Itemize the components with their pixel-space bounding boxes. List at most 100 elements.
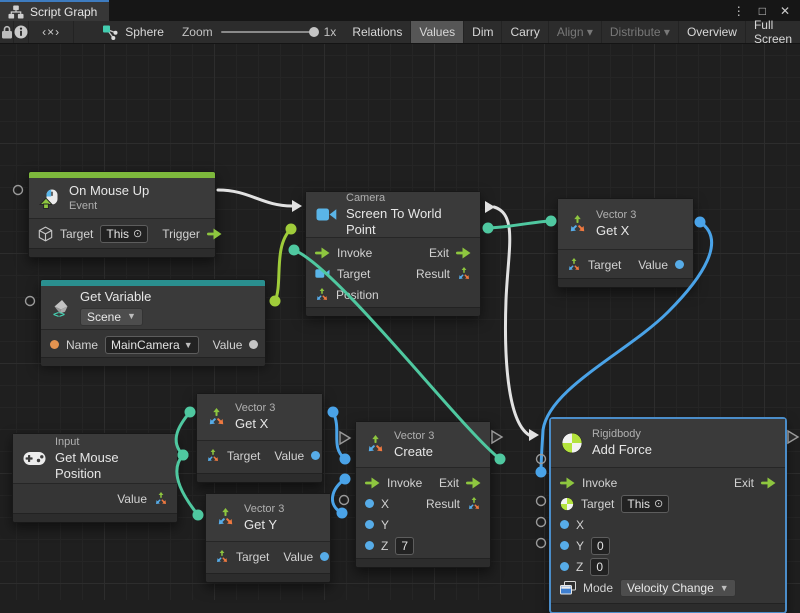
zoom-slider[interactable]	[221, 31, 316, 33]
code-view-button[interactable]: ‹×›	[29, 21, 74, 43]
port-dot[interactable]	[365, 541, 374, 550]
port-label: X	[381, 497, 389, 511]
node-vector3-create[interactable]: Vector 3CreateInvokeExitXResultYZ7	[355, 421, 491, 568]
kebab-menu-icon[interactable]: ⋮	[733, 4, 745, 18]
port-row: TargetValue	[206, 546, 330, 567]
arrow-green-icon[interactable]	[466, 477, 481, 489]
carry-button[interactable]: Carry	[502, 21, 548, 43]
vector3-icon	[207, 408, 226, 427]
title-bar: Script Graph ⋮ □ ✕	[0, 0, 800, 21]
values-button[interactable]: Values	[411, 21, 464, 43]
object-picker-icon[interactable]: ⊙	[654, 497, 663, 510]
graph-reference[interactable]: Sphere	[92, 21, 174, 43]
align-button[interactable]: Align ▾	[549, 21, 602, 43]
node-footer	[41, 357, 265, 366]
node-get-variable[interactable]: <>Get VariableScene▼NameMainCamera▼Value	[40, 279, 266, 363]
value-field[interactable]: This⊙	[100, 225, 148, 243]
variable-icon: <>	[51, 298, 71, 318]
arrow-green-icon[interactable]	[560, 477, 575, 489]
value-field[interactable]: 0	[591, 537, 610, 555]
port-row: Value	[13, 488, 177, 509]
node-footer	[13, 513, 177, 522]
port-row: InvokeExit	[306, 242, 480, 263]
port-label: X	[576, 518, 584, 532]
vector3-small-icon	[154, 492, 168, 506]
dropdown-field[interactable]: Velocity Change▼	[620, 579, 736, 597]
port-dot[interactable]	[249, 340, 258, 349]
zoom-label: Zoom	[182, 25, 213, 39]
close-icon[interactable]: ✕	[780, 4, 790, 18]
port-dot[interactable]	[560, 541, 569, 550]
value-field[interactable]: 7	[395, 537, 414, 555]
port-label: Value	[274, 449, 304, 463]
port-dot[interactable]	[365, 499, 374, 508]
port-label: Exit	[734, 476, 754, 490]
port-row: XResult	[356, 493, 490, 514]
port-dot[interactable]	[365, 520, 374, 529]
node-subtitle: Rigidbody	[592, 428, 652, 441]
arrow-green-icon[interactable]	[365, 477, 380, 489]
port-row: Y0	[551, 535, 785, 556]
node-title: Get X	[235, 416, 275, 432]
node-add-force[interactable]: RigidbodyAdd ForceInvokeExitTargetThis⊙X…	[550, 418, 786, 613]
node-title: Screen To World Point	[346, 206, 468, 237]
dropdown-field[interactable]: MainCamera▼	[105, 336, 199, 354]
port-row: InvokeExit	[551, 472, 785, 493]
overview-button[interactable]: Overview	[679, 21, 746, 43]
node-screen-to-world-point[interactable]: CameraScreen To World PointInvokeExitTar…	[305, 191, 481, 315]
port-label: Z	[576, 560, 583, 574]
node-get-y[interactable]: Vector 3Get YTargetValue	[205, 493, 331, 583]
tab-label: Script Graph	[30, 5, 97, 19]
arrow-green-icon[interactable]	[761, 477, 776, 489]
node-get-mouse-position[interactable]: InputGet Mouse PositionValue	[12, 433, 178, 523]
lock-button[interactable]	[0, 21, 14, 43]
lock-icon	[1, 25, 13, 39]
maximize-icon[interactable]: □	[759, 4, 766, 18]
vector3-small-icon	[467, 497, 481, 511]
object-picker-icon[interactable]: ⊙	[133, 227, 142, 240]
full-screen-button[interactable]: Full Screen	[746, 21, 800, 43]
vector3-icon	[568, 215, 587, 234]
arrow-green-icon[interactable]	[315, 247, 330, 259]
distribute-button[interactable]: Distribute ▾	[602, 21, 679, 43]
port-label: Value	[117, 492, 147, 506]
svg-text:<>: <>	[53, 309, 65, 318]
value-field[interactable]: This⊙	[621, 495, 669, 513]
info-button[interactable]	[14, 21, 29, 43]
relations-button[interactable]: Relations	[344, 21, 411, 43]
port-dot[interactable]	[50, 340, 59, 349]
node-footer	[197, 473, 322, 482]
dim-button[interactable]: Dim	[464, 21, 502, 43]
mouse-up-icon	[39, 188, 60, 209]
port-label: Invoke	[387, 476, 422, 490]
chevron-down-icon: ▾	[587, 25, 593, 39]
value-field[interactable]: 0	[590, 558, 609, 576]
graph-canvas[interactable]: On Mouse UpEventTargetThis⊙Trigger<>Get …	[0, 43, 800, 600]
port-label: Y	[381, 518, 389, 532]
port-dot[interactable]	[311, 451, 320, 460]
gamepad-icon	[23, 451, 46, 466]
node-subtitle: Vector 3	[394, 430, 434, 443]
node-get-x-top[interactable]: Vector 3Get XTargetValue	[557, 198, 694, 288]
zoom-slider-handle[interactable]	[309, 27, 319, 37]
tab-script-graph[interactable]: Script Graph	[0, 0, 109, 21]
node-footer	[551, 603, 785, 612]
port-label: Value	[283, 550, 313, 564]
port-label: Mode	[583, 581, 613, 595]
node-on-mouse-up[interactable]: On Mouse UpEventTargetThis⊙Trigger	[28, 171, 216, 258]
info-icon	[14, 25, 28, 39]
port-row: X	[551, 514, 785, 535]
node-get-x-mid[interactable]: Vector 3Get XTargetValue	[196, 393, 323, 483]
port-dot[interactable]	[320, 552, 329, 561]
node-title: Get Variable	[80, 289, 151, 305]
variable-kind-dropdown[interactable]: Scene▼	[80, 308, 143, 326]
port-label: Target	[227, 449, 260, 463]
port-dot[interactable]	[560, 562, 569, 571]
port-label: Trigger	[162, 227, 200, 241]
rigidbody-icon	[561, 432, 583, 454]
port-dot[interactable]	[675, 260, 684, 269]
arrow-green-icon[interactable]	[456, 247, 471, 259]
port-label: Target	[337, 267, 370, 281]
arrow-green-icon[interactable]	[207, 228, 222, 240]
port-dot[interactable]	[560, 520, 569, 529]
